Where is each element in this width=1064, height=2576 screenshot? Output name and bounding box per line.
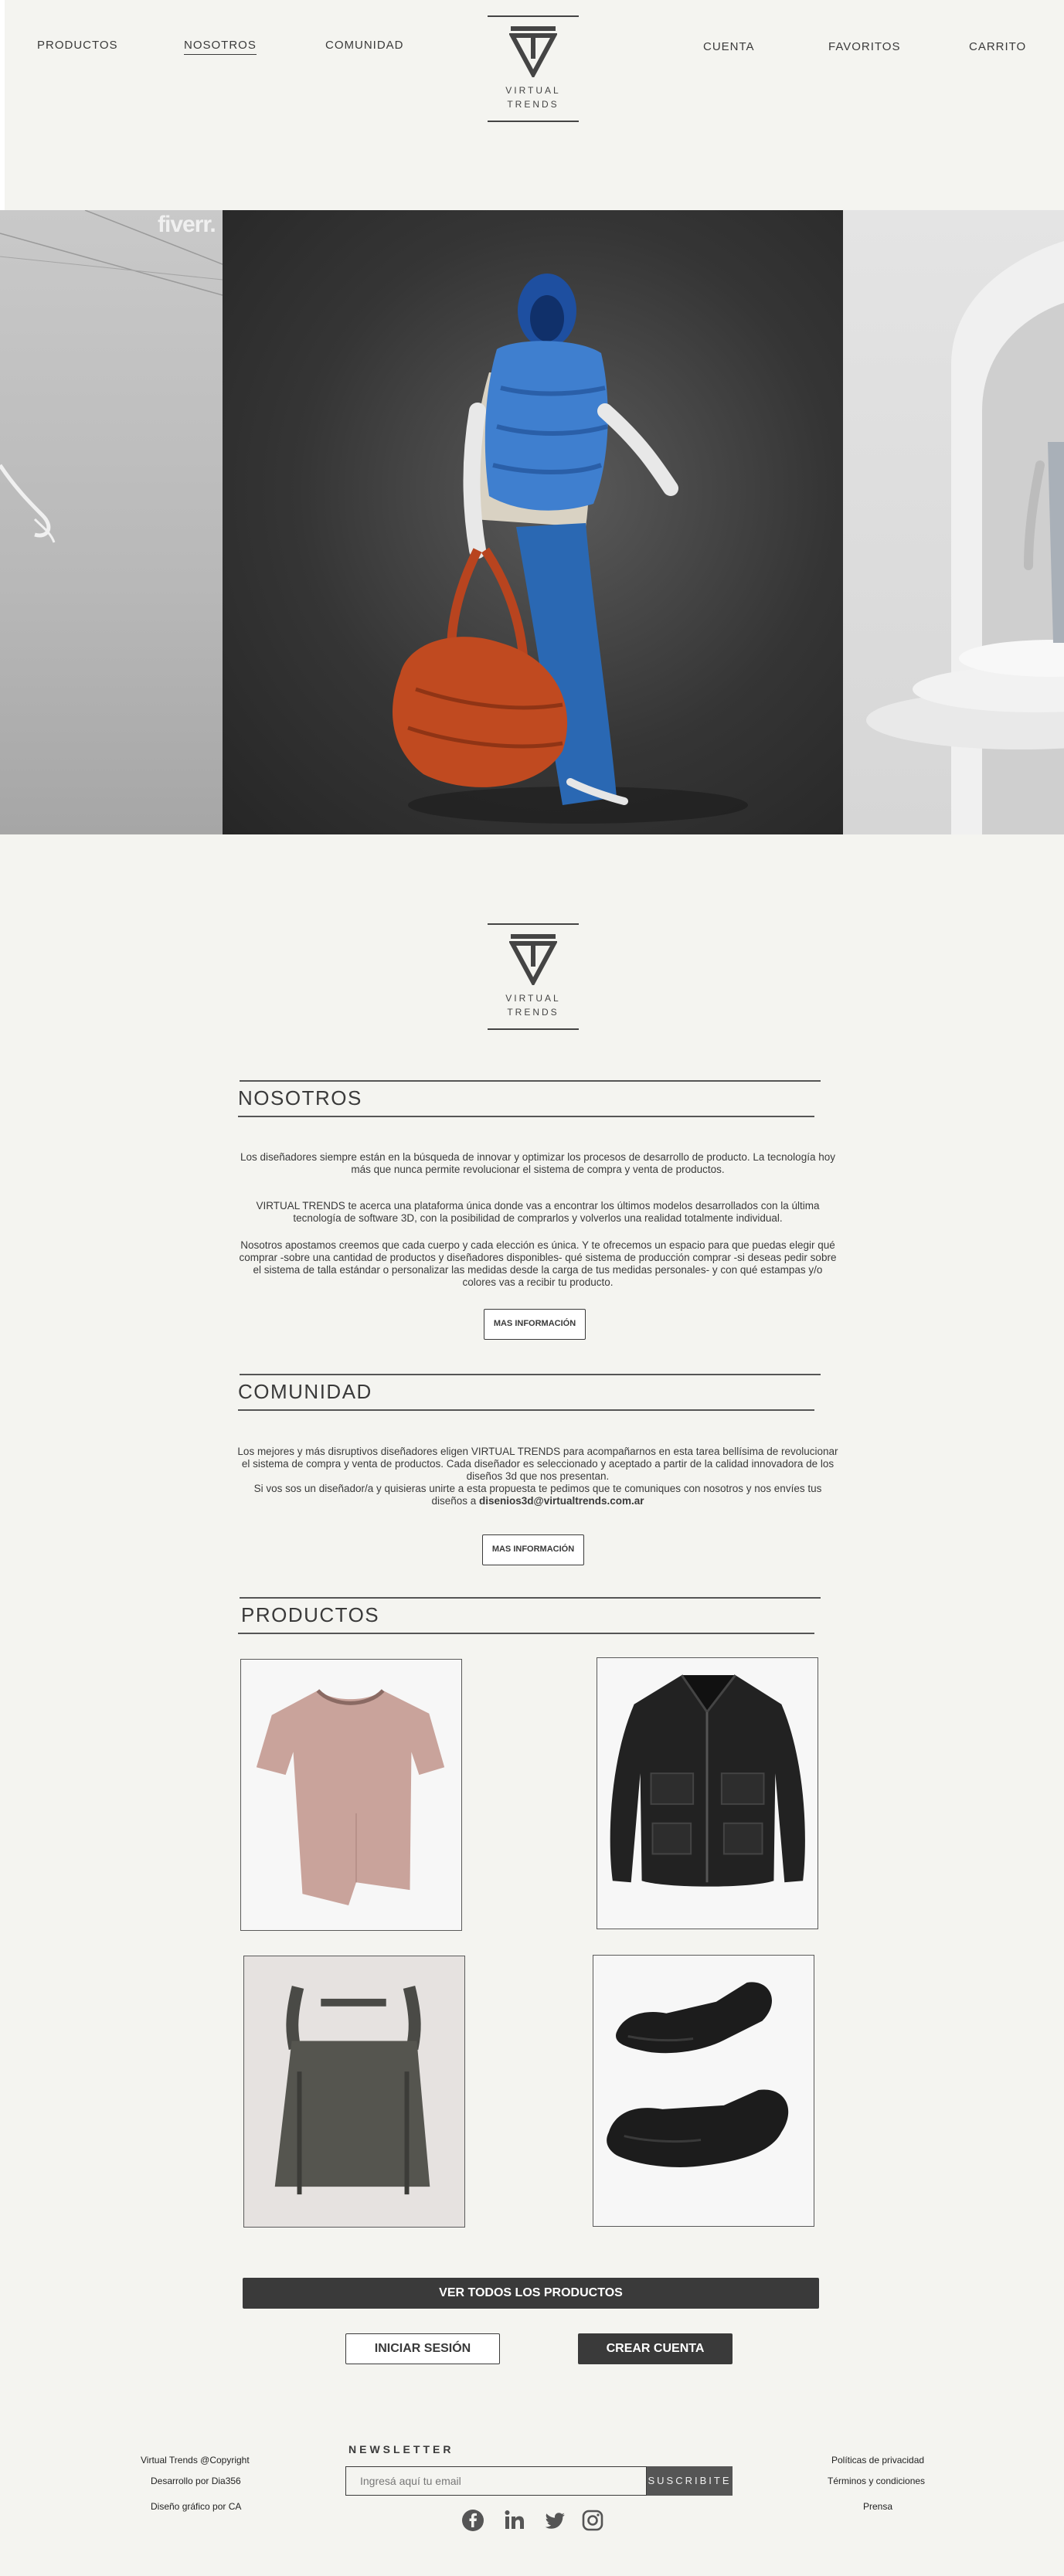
community-top-rule (240, 1374, 821, 1375)
nav-comunidad[interactable]: COMUNIDAD (325, 39, 404, 52)
section-logo: VIRTUAL TRENDS (488, 923, 579, 1031)
hero-next-figure (866, 241, 1064, 834)
about-paragraph-3: Nosotros apostamos creemos que cada cuer… (239, 1239, 837, 1288)
leather-gloves-image (607, 1982, 789, 2167)
about-header: NOSOTROS (238, 1080, 821, 1119)
product-card-jacket[interactable] (597, 1657, 818, 1929)
about-paragraph-2: VIRTUAL TRENDS te acerca una plataforma … (256, 1200, 820, 1224)
twitter-icon[interactable] (543, 2509, 566, 2532)
products-top-rule (240, 1597, 821, 1599)
header-logo[interactable]: VIRTUAL TRENDS (488, 15, 579, 124)
community-title: COMUNIDAD (238, 1380, 372, 1403)
newsletter-subscribe-button[interactable]: SUSCRIBITE (647, 2466, 733, 2496)
nav-favoritos[interactable]: FAVORITOS (828, 40, 900, 53)
about-paragraph-1: Los diseñadores siempre están en la búsq… (240, 1151, 835, 1175)
community-paragraph-2: Si vos sos un diseñador/a y quisieras un… (235, 1483, 841, 1507)
backpack-image (274, 1986, 430, 2195)
about-top-rule (240, 1080, 821, 1082)
view-all-products-button[interactable]: VER TODOS LOS PRODUCTOS (243, 2278, 819, 2309)
about-title: NOSOTROS (238, 1086, 362, 1110)
hero-model-figure (393, 274, 748, 824)
footer-design-credit[interactable]: Diseño gráfico por CA (151, 2501, 241, 2512)
product-card-gloves[interactable] (593, 1955, 814, 2227)
instagram-icon[interactable] (581, 2509, 604, 2532)
about-more-info-button[interactable]: MAS INFORMACIÓN (484, 1309, 586, 1340)
community-header: COMUNIDAD (238, 1374, 821, 1412)
logo-mark-icon (509, 26, 557, 77)
product-card-tshirt[interactable] (240, 1659, 462, 1931)
logo-word-trends: TRENDS (507, 99, 559, 110)
about-bottom-rule (238, 1116, 814, 1117)
newsletter-email-input[interactable] (345, 2466, 647, 2496)
section-logo-bottom-rule (488, 1028, 579, 1030)
community-more-info-button[interactable]: MAS INFORMACIÓN (482, 1534, 584, 1565)
nav-carrito[interactable]: CARRITO (969, 40, 1026, 53)
hero-slide-next[interactable] (843, 210, 1064, 834)
nav-cuenta[interactable]: CUENTA (703, 40, 755, 53)
products-header: PRODUCTOS (238, 1597, 821, 1636)
section-logo-word-trends: TRENDS (507, 1007, 559, 1018)
section-logo-word-virtual: VIRTUAL (505, 993, 561, 1004)
login-button[interactable]: INICIAR SESIÓN (345, 2333, 500, 2364)
product-card-backpack[interactable] (243, 1956, 465, 2228)
footer-terms-link[interactable]: Términos y condiciones (828, 2476, 925, 2486)
section-logo-mark-icon (509, 934, 557, 985)
hero-previous-figure (0, 210, 223, 543)
section-logo-top-rule (488, 923, 579, 925)
leather-jacket-image (610, 1674, 805, 1887)
products-title: PRODUCTOS (241, 1603, 380, 1626)
nav-nosotros[interactable]: NOSOTROS (184, 39, 257, 55)
facebook-icon[interactable] (461, 2509, 484, 2532)
pink-tshirt-image (256, 1689, 445, 1905)
hero-carousel[interactable]: fiverr. (0, 210, 1064, 834)
footer-copyright: Virtual Trends @Copyright (141, 2455, 250, 2466)
logo-bottom-rule (488, 121, 579, 122)
footer-press-link[interactable]: Prensa (863, 2501, 892, 2512)
community-bottom-rule (238, 1409, 814, 1411)
community-email-link[interactable]: disenios3d@virtualtrends.com.ar (479, 1495, 644, 1507)
nav-productos[interactable]: PRODUCTOS (37, 39, 118, 52)
fiverr-watermark: fiverr. (158, 212, 216, 237)
logo-top-rule (488, 15, 579, 17)
community-paragraph-1: Los mejores y más disruptivos diseñadore… (237, 1446, 838, 1482)
linkedin-icon[interactable] (503, 2509, 526, 2532)
footer-privacy-link[interactable]: Políticas de privacidad (831, 2455, 924, 2466)
hero-slide-previous[interactable]: fiverr. (0, 210, 223, 834)
page-edge-strip (0, 0, 5, 210)
hero-slide-current[interactable] (223, 210, 843, 834)
newsletter-title: NEWSLETTER (348, 2443, 454, 2455)
products-bottom-rule (238, 1633, 814, 1634)
footer-developer-credit[interactable]: Desarrollo por Dia356 (151, 2476, 241, 2486)
logo-word-virtual: VIRTUAL (505, 85, 561, 96)
top-navigation: PRODUCTOS NOSOTROS COMUNIDAD VIRTUAL TRE… (0, 0, 1064, 210)
create-account-button[interactable]: CREAR CUENTA (578, 2333, 733, 2364)
